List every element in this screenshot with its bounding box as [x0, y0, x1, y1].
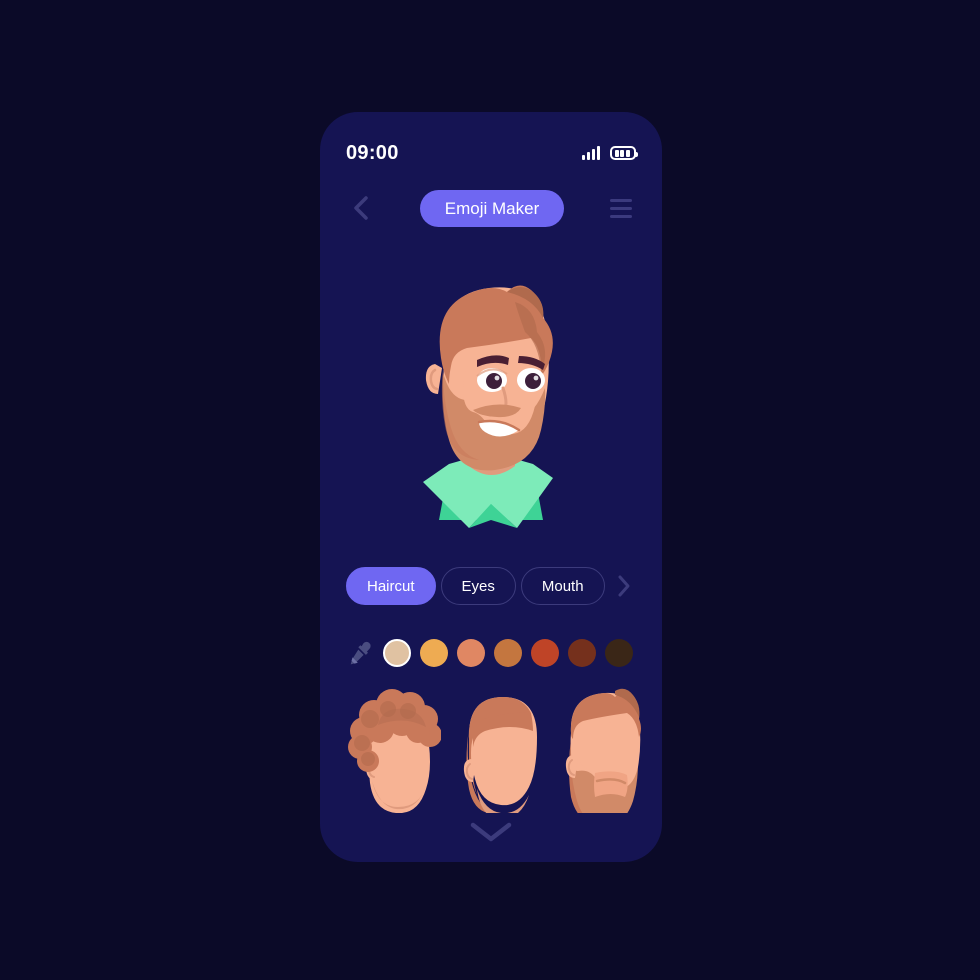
- haircut-option-curly[interactable]: [346, 684, 441, 814]
- expand-more-button[interactable]: [320, 812, 662, 852]
- chevron-left-icon: [354, 196, 368, 220]
- signal-bars-icon: [582, 146, 600, 160]
- bearded-hair-thumbnail: [565, 688, 641, 813]
- tabs-next-button[interactable]: [614, 573, 634, 599]
- tab-haircut[interactable]: Haircut: [346, 567, 436, 605]
- status-time: 09:00: [346, 141, 399, 164]
- curly-hair-thumbnail: [348, 689, 441, 813]
- page-title: Emoji Maker: [419, 189, 565, 227]
- color-swatch-3[interactable]: [494, 639, 522, 667]
- status-icon-group: [582, 146, 638, 160]
- color-swatch-2[interactable]: [457, 639, 485, 667]
- haircut-option-beard[interactable]: [547, 684, 642, 814]
- app-bar: Emoji Maker: [320, 187, 662, 229]
- avatar: [423, 285, 553, 528]
- color-swatch-1[interactable]: [420, 639, 448, 667]
- status-bar: 09:00: [320, 138, 662, 168]
- eyedropper-icon[interactable]: [346, 639, 374, 667]
- haircut-option-short[interactable]: [447, 684, 542, 814]
- avatar-preview: [320, 252, 662, 532]
- back-button[interactable]: [346, 194, 374, 222]
- category-tabs: Haircut Eyes Mouth: [346, 567, 636, 605]
- phone-screen: 09:00 Emoji Maker Haircut Eyes Mouth: [320, 112, 662, 862]
- chevron-down-icon: [470, 822, 512, 842]
- color-swatch-5[interactable]: [568, 639, 596, 667]
- hamburger-menu-icon[interactable]: [610, 195, 636, 221]
- color-picker-row: [346, 634, 642, 672]
- battery-icon: [610, 146, 638, 160]
- tab-mouth[interactable]: Mouth: [520, 567, 605, 605]
- color-swatch-0[interactable]: [383, 639, 411, 667]
- chevron-right-icon: [618, 575, 630, 597]
- haircut-options-grid: [346, 684, 642, 819]
- eyedropper-glyph: [350, 641, 371, 665]
- tab-eyes[interactable]: Eyes: [440, 567, 516, 605]
- color-swatch-4[interactable]: [531, 639, 559, 667]
- color-swatch-6[interactable]: [605, 639, 633, 667]
- short-hair-thumbnail: [463, 697, 537, 813]
